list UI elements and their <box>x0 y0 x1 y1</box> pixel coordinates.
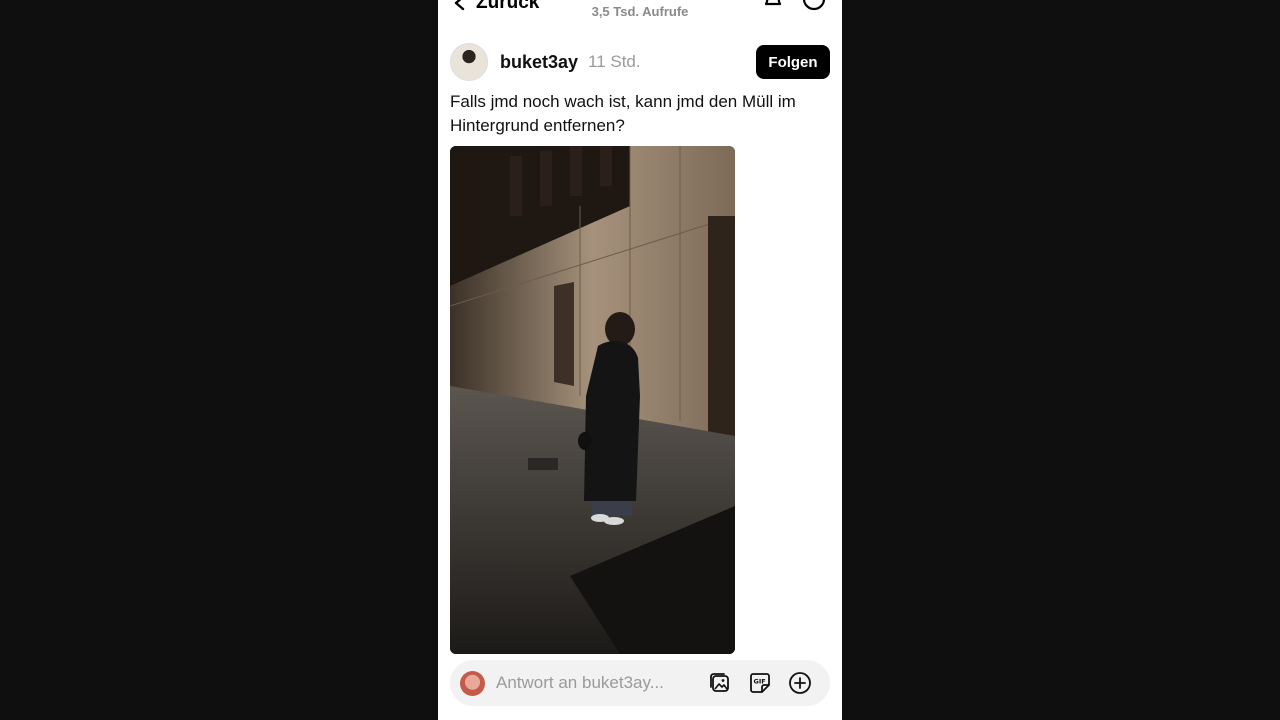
reply-bar: GIF <box>450 660 830 706</box>
bell-icon[interactable] <box>760 0 786 12</box>
follow-button[interactable]: Folgen <box>756 45 830 79</box>
author-username[interactable]: buket3ay <box>500 52 578 73</box>
post-time: 11 Std. <box>588 52 641 71</box>
svg-text:GIF: GIF <box>754 678 766 686</box>
photo-illustration <box>450 146 735 654</box>
post-caption: Falls jmd noch wach ist, kann jmd den Mü… <box>450 92 796 135</box>
reply-input[interactable] <box>496 672 696 694</box>
phone-screen: Zurück 3,5 Tsd. Aufrufe buket3ay 11 Std.… <box>438 0 842 720</box>
gallery-icon[interactable] <box>708 671 732 695</box>
plus-circle-icon[interactable] <box>788 671 812 695</box>
current-user-avatar <box>460 671 485 696</box>
top-bar: Zurück 3,5 Tsd. Aufrufe <box>438 0 842 22</box>
post-photo[interactable] <box>450 146 735 654</box>
more-icon[interactable] <box>801 0 827 12</box>
author-avatar[interactable] <box>450 43 488 81</box>
gif-icon[interactable]: GIF <box>748 671 772 695</box>
